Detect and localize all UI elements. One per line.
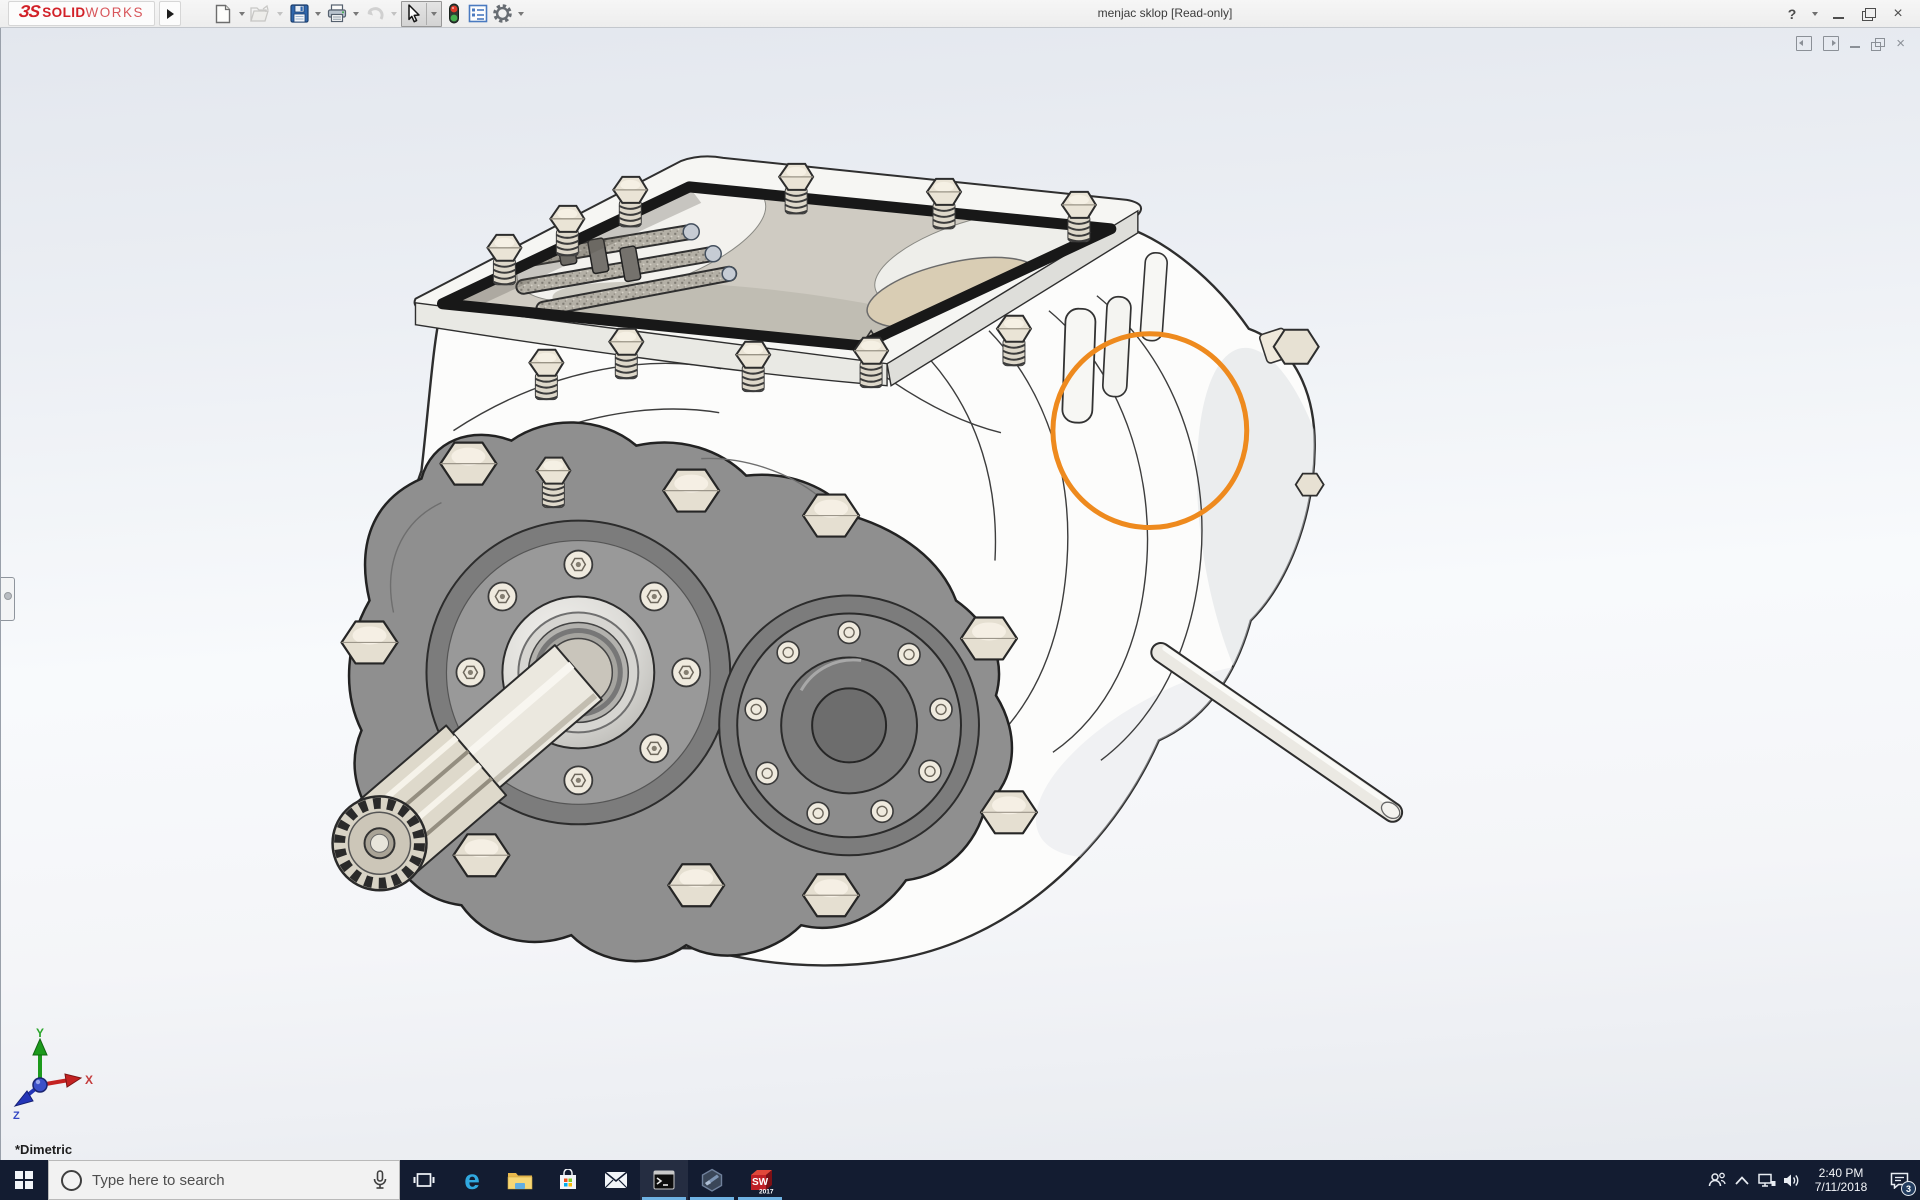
solidworks-logo-menu[interactable]: ЗS SOLID WORKS — [8, 1, 156, 26]
file-explorer-icon — [507, 1172, 533, 1189]
graphics-viewport: × Y X Z *Dimetric — [0, 28, 1920, 1160]
hidden-icons-chevron[interactable] — [1729, 1160, 1754, 1200]
app-titlebar: ЗS SOLID WORKS menjac sklop [Read-only] … — [0, 0, 1920, 28]
undo-icon — [367, 7, 384, 20]
mail-icon — [604, 1171, 628, 1189]
document-restore-button[interactable] — [1871, 37, 1886, 51]
taskbar-clock[interactable]: 2:40 PM 7/11/2018 — [1804, 1166, 1878, 1194]
edge-icon: e — [464, 1164, 480, 1195]
sw-label: SW — [752, 1177, 769, 1188]
select-tool-dropdown[interactable] — [426, 2, 441, 25]
hexagon-app-icon — [701, 1168, 723, 1192]
window-title: menjac sklop [Read-only] — [1097, 6, 1233, 20]
side-cover — [718, 594, 980, 857]
options-dropdown[interactable] — [514, 2, 528, 26]
view-orientation-label: *Dimetric — [15, 1142, 73, 1157]
task-view-button[interactable] — [400, 1160, 448, 1200]
restore-button[interactable] — [1856, 3, 1880, 25]
solidworks-logo-glyph: ЗS — [17, 2, 41, 21]
document-minimize-button[interactable] — [1850, 39, 1861, 48]
save-dropdown[interactable] — [311, 2, 325, 26]
new-document-icon — [215, 4, 231, 23]
select-cursor-icon — [408, 4, 420, 23]
file-properties-icon — [468, 4, 488, 23]
traffic-light-icon — [449, 3, 460, 24]
tab-dot-icon — [3, 592, 12, 600]
open-document-dropdown[interactable] — [273, 2, 287, 26]
quick-access-toolbar — [211, 0, 528, 27]
save-button[interactable] — [287, 2, 311, 26]
triad-x-label: X — [85, 1073, 93, 1087]
taskbar-edge-button[interactable]: e — [448, 1160, 496, 1200]
options-gear-icon — [492, 4, 512, 23]
open-document-button[interactable] — [249, 2, 273, 26]
close-button[interactable]: × — [1886, 3, 1910, 25]
task-view-icon — [413, 1173, 435, 1187]
minimize-button[interactable] — [1826, 3, 1850, 25]
save-floppy-icon — [289, 4, 309, 23]
right-triangle-icon — [166, 8, 174, 19]
new-document-button[interactable] — [211, 2, 235, 26]
sw-year-label: 2017 — [759, 1189, 774, 1195]
new-document-dropdown[interactable] — [235, 2, 249, 26]
search-input[interactable]: Type here to search — [48, 1160, 400, 1200]
triad-y-label: Y — [36, 1027, 44, 1040]
clock-time: 2:40 PM — [1818, 1166, 1864, 1180]
reference-triad: Y X Z — [13, 1027, 93, 1122]
search-placeholder: Type here to search — [92, 1171, 225, 1189]
taskbar-command-prompt-button[interactable] — [640, 1160, 688, 1200]
taskbar-file-explorer-button[interactable] — [496, 1160, 544, 1200]
solidworks-2017-icon: SW 2017 — [750, 1170, 774, 1195]
select-tool-group — [401, 0, 443, 27]
dock-pane-left-button[interactable] — [1796, 36, 1813, 51]
system-tray: 2:40 PM 7/11/2018 3 — [1704, 1160, 1920, 1200]
start-button[interactable] — [0, 1160, 48, 1200]
file-properties-button[interactable] — [466, 2, 490, 26]
document-close-button[interactable]: × — [1896, 35, 1905, 52]
cortana-icon — [61, 1169, 82, 1191]
help-button[interactable]: ? — [1780, 3, 1804, 25]
taskbar-store-button[interactable] — [544, 1160, 592, 1200]
people-icon[interactable] — [1704, 1160, 1729, 1200]
command-prompt-icon — [653, 1170, 675, 1190]
clock-date: 7/11/2018 — [1814, 1180, 1868, 1194]
microsoft-store-icon — [560, 1169, 576, 1189]
network-icon[interactable] — [1754, 1160, 1779, 1200]
document-window-controls: × — [1796, 35, 1905, 52]
action-center-button[interactable]: 3 — [1878, 1160, 1920, 1200]
dock-pane-right-button[interactable] — [1823, 36, 1840, 51]
help-dropdown[interactable] — [1810, 3, 1820, 25]
taskbar-solidworks-button[interactable]: SW 2017 — [736, 1160, 784, 1200]
undo-button[interactable] — [363, 2, 387, 26]
volume-icon[interactable] — [1779, 1160, 1804, 1200]
print-icon — [327, 4, 347, 23]
window-controls: ? × — [1780, 0, 1910, 27]
taskbar-edrawings-button[interactable] — [688, 1160, 736, 1200]
rebuild-traffic-light-button[interactable] — [442, 2, 466, 26]
menu-expand-arrow[interactable] — [159, 1, 182, 26]
options-button[interactable] — [490, 2, 514, 26]
windows-taskbar: Type here to search e SW 2017 2:40 PM 7/… — [0, 1160, 1920, 1200]
gearbox-3d-model[interactable] — [1, 28, 1920, 1160]
feature-panel-flyout-tab[interactable] — [1, 577, 15, 621]
taskbar-mail-button[interactable] — [592, 1160, 640, 1200]
notification-badge: 3 — [1901, 1181, 1916, 1196]
select-tool-button[interactable] — [402, 2, 426, 26]
undo-dropdown[interactable] — [387, 2, 401, 26]
windows-logo-icon — [15, 1171, 33, 1189]
print-button[interactable] — [325, 2, 349, 26]
spline-tip — [331, 795, 428, 892]
output-rod — [1150, 641, 1404, 823]
open-folder-icon — [250, 4, 269, 22]
print-dropdown[interactable] — [349, 2, 363, 26]
triad-z-label: Z — [13, 1110, 20, 1122]
microphone-icon[interactable] — [373, 1170, 387, 1190]
